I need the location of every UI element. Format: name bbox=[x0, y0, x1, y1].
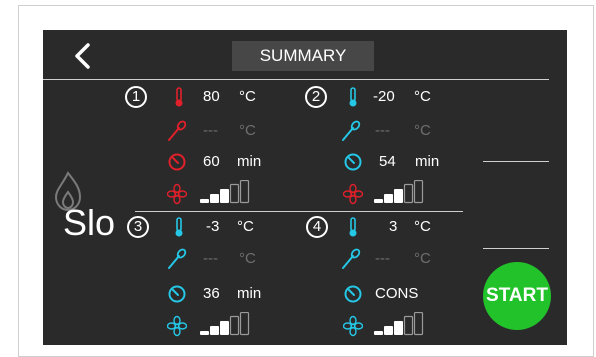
thermometer-icon bbox=[175, 87, 183, 107]
temp-value: 80 bbox=[203, 88, 220, 105]
fan-level-bars bbox=[374, 180, 424, 204]
fan-icon bbox=[343, 183, 363, 205]
page-title: SUMMARY bbox=[232, 41, 374, 71]
time-value: 36 bbox=[203, 285, 220, 302]
probe-value: --- bbox=[203, 250, 218, 267]
zone-number-2[interactable]: 2 bbox=[305, 86, 327, 108]
time-value: 54 bbox=[379, 153, 396, 170]
temp-unit: °C bbox=[414, 218, 431, 235]
time-unit: min bbox=[237, 153, 262, 170]
temp-value: 3 bbox=[389, 218, 398, 235]
probe-unit: °C bbox=[414, 250, 431, 267]
zone-number-3[interactable]: 3 bbox=[127, 216, 149, 238]
thermometer-icon bbox=[349, 87, 357, 107]
timer-icon bbox=[344, 153, 362, 171]
time-unit: min bbox=[415, 153, 440, 170]
probe-value: --- bbox=[375, 250, 390, 267]
fan-level-bars bbox=[374, 312, 424, 336]
temp-value: -20 bbox=[373, 88, 395, 105]
timer-icon bbox=[168, 153, 186, 171]
device-screen: SUMMARY Slo 1 80 °C --- °C 60 min 2 -20 … bbox=[43, 30, 567, 345]
probe-value: --- bbox=[203, 122, 218, 139]
probe-icon bbox=[168, 248, 187, 269]
start-button[interactable]: START bbox=[483, 262, 551, 330]
time-value: CONS bbox=[375, 285, 419, 302]
probe-value: --- bbox=[375, 122, 390, 139]
center-divider bbox=[135, 211, 463, 212]
probe-unit: °C bbox=[414, 122, 431, 139]
back-arrow-icon[interactable] bbox=[71, 42, 95, 70]
fan-icon bbox=[167, 183, 187, 205]
time-value: 60 bbox=[203, 153, 220, 170]
thermometer-icon bbox=[175, 217, 183, 237]
temp-value: -3 bbox=[206, 218, 220, 235]
thermometer-icon bbox=[349, 217, 357, 237]
temp-unit: °C bbox=[239, 88, 256, 105]
right-divider-bottom bbox=[483, 248, 549, 249]
zone-number-1[interactable]: 1 bbox=[125, 86, 147, 108]
probe-unit: °C bbox=[239, 122, 256, 139]
probe-icon bbox=[342, 248, 361, 269]
time-unit: min bbox=[237, 285, 262, 302]
probe-unit: °C bbox=[239, 250, 256, 267]
right-divider-top bbox=[483, 161, 549, 162]
zone-number-4[interactable]: 4 bbox=[306, 216, 328, 238]
mode-label: Slo bbox=[63, 202, 116, 243]
fan-icon bbox=[167, 315, 187, 337]
temp-unit: °C bbox=[237, 218, 254, 235]
fan-icon bbox=[343, 315, 363, 337]
probe-icon bbox=[168, 120, 187, 141]
probe-icon bbox=[342, 120, 361, 141]
timer-icon bbox=[168, 285, 186, 303]
timer-icon bbox=[344, 285, 362, 303]
fan-level-bars bbox=[200, 312, 250, 336]
fan-level-bars bbox=[200, 180, 250, 204]
temp-unit: °C bbox=[414, 88, 431, 105]
header-divider bbox=[43, 79, 549, 80]
